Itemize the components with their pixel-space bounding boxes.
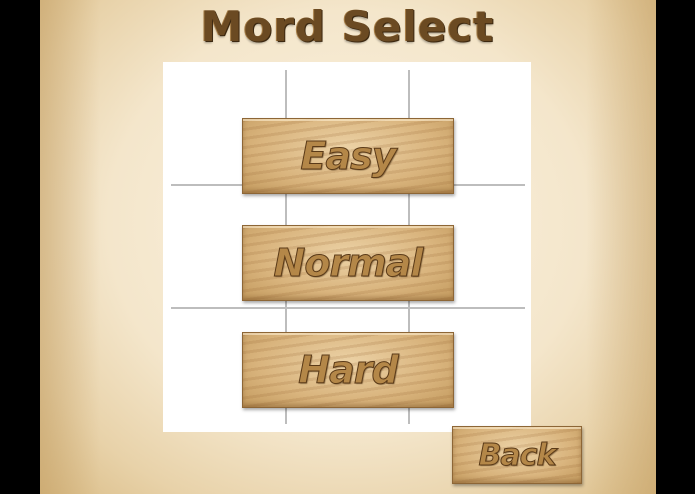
screen-title: Mord Select bbox=[200, 2, 495, 51]
grid-line-horizontal bbox=[171, 307, 525, 309]
hard-button[interactable]: Hard bbox=[242, 332, 454, 408]
normal-button-label: Normal bbox=[273, 241, 424, 286]
easy-button[interactable]: Easy bbox=[242, 118, 454, 194]
back-button[interactable]: Back bbox=[452, 426, 582, 484]
back-button-label: Back bbox=[478, 437, 557, 473]
easy-button-label: Easy bbox=[300, 134, 397, 179]
hard-button-label: Hard bbox=[298, 348, 399, 393]
normal-button[interactable]: Normal bbox=[242, 225, 454, 301]
game-screen: Mord Select Easy Normal Hard Back bbox=[0, 0, 695, 494]
